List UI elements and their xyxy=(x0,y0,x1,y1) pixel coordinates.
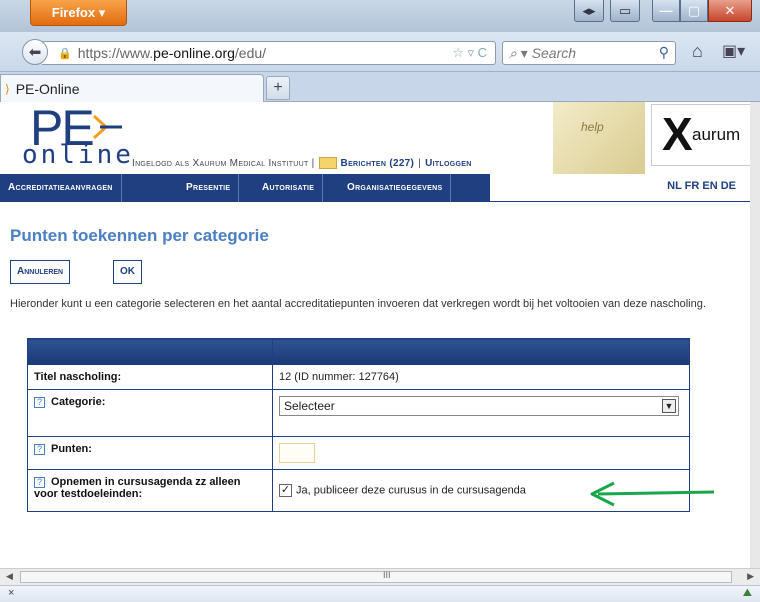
main-menu: Accreditatieaanvragen Presentie Autorisa… xyxy=(0,174,750,202)
bookmark-star-icon[interactable]: ☆ ▿ C xyxy=(452,45,487,61)
points-input[interactable] xyxy=(279,443,315,463)
horizontal-scrollbar[interactable]: ◀ III ▶ xyxy=(0,568,760,585)
lock-icon: 🔒 xyxy=(58,47,72,60)
page-title: Punten toekennen per categorie xyxy=(10,226,269,245)
agenda-label: Opnemen in cursusagenda zz alleen voor t… xyxy=(34,476,241,500)
pe-logo-arrow-icon xyxy=(92,114,122,140)
site-header: PE online Ingelogd als Xaurum Medical In… xyxy=(0,102,750,174)
url-prefix: https://www. xyxy=(77,45,154,61)
home-icon[interactable]: ⌂ xyxy=(692,41,703,62)
scroll-grip: III xyxy=(383,570,391,580)
login-status: Ingelogd als Xaurum Medical Instituut | … xyxy=(132,157,472,169)
messages-link[interactable]: Berichten (227) xyxy=(341,158,415,169)
help-icon[interactable]: ? xyxy=(34,444,45,455)
category-label-cell: ? Categorie: xyxy=(27,389,273,437)
search-go-icon[interactable]: ⚲ xyxy=(659,44,669,61)
status-bar: × ⛰ xyxy=(0,585,760,602)
table-row-title: Titel nascholing: 12 (ID nummer: 127764) xyxy=(27,364,690,390)
table-header-row xyxy=(27,338,690,365)
tab-pe-online[interactable]: ⟩ PE-Online xyxy=(0,74,264,102)
url-domain: pe-online.org xyxy=(153,45,235,61)
search-input[interactable]: ⌕ ▾ Search ⚲ xyxy=(502,41,676,65)
title-label: Titel nascholing: xyxy=(27,364,273,390)
ok-button[interactable]: OK xyxy=(113,260,142,284)
new-tab-button[interactable]: + xyxy=(266,76,290,100)
table-row-points: ? Punten: xyxy=(27,436,690,470)
scroll-right-icon[interactable]: ▶ xyxy=(747,571,754,582)
agenda-checkbox-label[interactable]: Ja, publiceer deze curusus in de cursusa… xyxy=(296,484,526,496)
firefox-menu-label: Firefox ▾ xyxy=(51,4,106,20)
menu-autorisatie[interactable]: Autorisatie xyxy=(254,174,324,202)
help-key-text: help xyxy=(581,120,604,134)
agenda-checkbox[interactable]: ✓ xyxy=(279,484,292,497)
header-cell xyxy=(272,338,690,365)
search-engine-icon[interactable]: ⌕ ▾ xyxy=(509,45,532,62)
maximize-button[interactable]: ▢ xyxy=(680,0,708,22)
header-cell xyxy=(27,338,273,365)
bookmarks-menu-icon[interactable]: ▣▾ xyxy=(722,41,745,61)
language-links[interactable]: NL FR EN DE xyxy=(667,180,736,192)
close-findbar-icon[interactable]: × xyxy=(8,587,14,599)
vertical-scrollbar[interactable] xyxy=(750,102,760,568)
help-icon[interactable]: ? xyxy=(34,397,45,408)
online-logo-text[interactable]: online xyxy=(22,140,134,170)
menu-accreditatieaanvragen[interactable]: Accreditatieaanvragen xyxy=(0,174,122,202)
tab-groups-icon[interactable]: ◂▸ xyxy=(574,0,604,22)
help-icon[interactable]: ? xyxy=(34,477,45,488)
cancel-button[interactable]: Annuleren xyxy=(10,260,71,284)
points-value-cell xyxy=(272,436,690,470)
agenda-label-cell: ? Opnemen in cursusagenda zz alleen voor … xyxy=(27,469,273,512)
menu-presentie[interactable]: Presentie xyxy=(178,174,240,202)
category-label: Categorie: xyxy=(51,396,106,408)
points-label-cell: ? Punten: xyxy=(27,436,273,470)
window-controls: ◂▸ ▭ — ▢ ✕ xyxy=(574,0,752,22)
category-selected-value: Selecteer xyxy=(284,399,335,413)
search-placeholder: Search xyxy=(531,45,577,61)
points-label: Punten: xyxy=(51,443,92,455)
url-path: /edu/ xyxy=(234,45,267,61)
title-value: 12 (ID nummer: 127764) xyxy=(272,364,690,390)
annotation-arrow-icon xyxy=(590,481,715,507)
xaurum-x-mark: X xyxy=(662,108,693,160)
tab-strip: ⟩ PE-Online + xyxy=(0,72,760,102)
navigation-toolbar: 🔒 https://www. pe-online.org/edu/ ☆ ▿ C ⬅… xyxy=(0,32,760,72)
mail-icon xyxy=(318,157,337,169)
favicon-icon: ⟩ xyxy=(5,81,10,96)
minimize-button[interactable]: — xyxy=(652,0,680,22)
category-select[interactable]: Selecteer ▼ xyxy=(279,396,679,416)
scroll-left-icon[interactable]: ◀ xyxy=(6,571,13,582)
firefox-menu-button[interactable]: Firefox ▾ xyxy=(30,0,127,26)
logout-link[interactable]: Uitloggen xyxy=(425,158,471,169)
xaurum-logo: X aurum xyxy=(651,104,750,166)
intro-text: Hieronder kunt u een categorie selectere… xyxy=(10,298,706,310)
panorama-icon[interactable]: ▭ xyxy=(610,0,640,22)
tab-title: PE-Online xyxy=(15,80,80,97)
separator: | xyxy=(418,157,422,169)
addon-bar-icon[interactable]: ⛰ xyxy=(743,587,752,600)
category-value-cell: Selecteer ▼ xyxy=(272,389,690,437)
login-text: Ingelogd als Xaurum Medical Instituut | xyxy=(132,157,315,169)
close-window-button[interactable]: ✕ xyxy=(708,0,752,22)
scroll-thumb[interactable] xyxy=(20,571,732,583)
url-bar[interactable]: 🔒 https://www. pe-online.org/edu/ ☆ ▿ C xyxy=(42,41,496,65)
window-titlebar: Firefox ▾ ◂▸ ▭ — ▢ ✕ xyxy=(0,0,760,32)
table-row-category: ? Categorie: Selecteer ▼ xyxy=(27,389,690,437)
xaurum-logo-text: aurum xyxy=(692,125,741,144)
dropdown-arrow-icon[interactable]: ▼ xyxy=(662,399,676,413)
menu-organisatiegegevens[interactable]: Organisatiegegevens xyxy=(339,174,452,202)
back-button[interactable]: ⬅ xyxy=(22,39,48,65)
help-keyboard-image: help xyxy=(553,102,645,174)
language-switcher: NL FR EN DE xyxy=(490,174,750,202)
